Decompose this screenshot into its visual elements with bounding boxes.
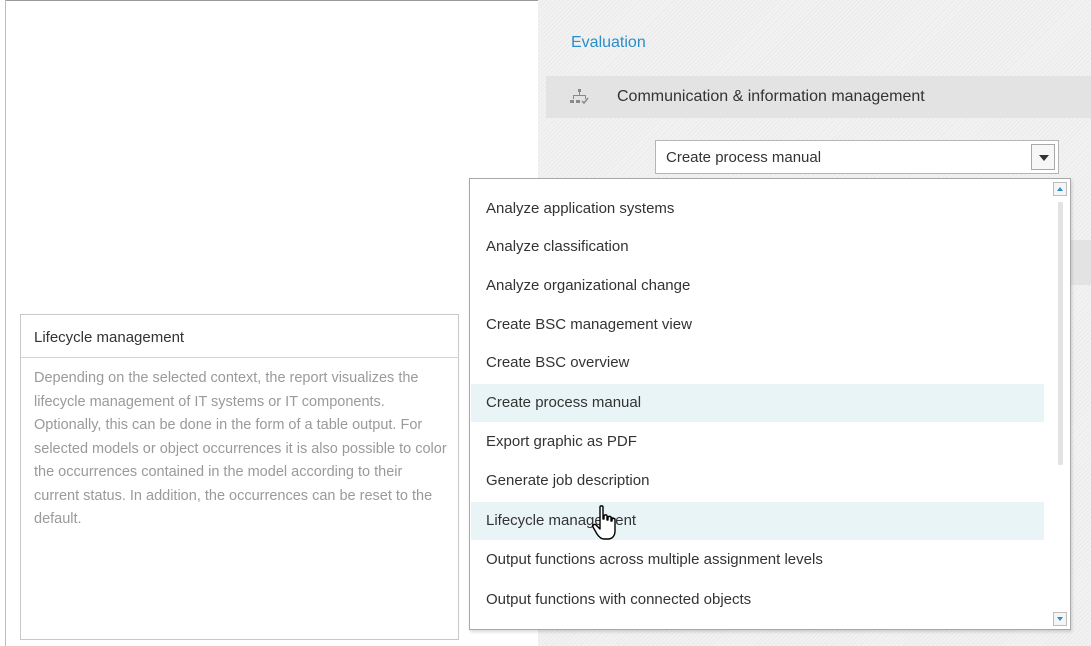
evaluation-title: Evaluation xyxy=(571,34,646,51)
process-icon xyxy=(570,89,589,105)
window-top-border xyxy=(6,0,538,11)
dropdown-option-export-graphic-as-pdf[interactable]: Export graphic as PDF xyxy=(471,423,1044,461)
scroll-down-icon[interactable] xyxy=(1053,612,1067,626)
category-row[interactable]: Communication & information management xyxy=(546,76,1091,118)
hand-pointer-icon xyxy=(592,505,616,540)
report-select[interactable]: Create process manual xyxy=(655,140,1059,174)
dropdown-option-create-bsc-management-view[interactable]: Create BSC management view xyxy=(471,306,1044,344)
category-label: Communication & information management xyxy=(617,88,925,105)
dropdown-option-analyze-application-systems[interactable]: Analyze application systems xyxy=(471,190,1044,228)
chevron-down-icon[interactable] xyxy=(1031,144,1055,170)
dropdown-option-analyze-classification[interactable]: Analyze classification xyxy=(471,228,1044,266)
dropdown-option-create-process-manual[interactable]: Create process manual xyxy=(471,384,1044,422)
tooltip-paragraph: Depending on the selected context, the r… xyxy=(34,370,419,410)
report-description-tooltip: Lifecycle management Depending on the se… xyxy=(20,314,459,640)
tooltip-body: Depending on the selected context, the r… xyxy=(21,358,458,532)
dropdown-option-create-bsc-overview[interactable]: Create BSC overview xyxy=(471,344,1044,382)
window-left-border xyxy=(0,0,6,646)
dropdown-option-output-functions-connected-objects[interactable]: Output functions with connected objects xyxy=(471,581,1044,619)
dropdown-scrollbar[interactable] xyxy=(1052,180,1069,628)
dropdown-option-analyze-organizational-change[interactable]: Analyze organizational change xyxy=(471,267,1044,305)
tooltip-title: Lifecycle management xyxy=(21,315,458,358)
dropdown-option-output-functions-multiple-levels[interactable]: Output functions across multiple assignm… xyxy=(471,541,1044,579)
dropdown-option-lifecycle-management[interactable]: Lifecycle management xyxy=(471,502,1044,540)
report-dropdown-list[interactable]: Analyze application systems Analyze clas… xyxy=(469,178,1071,630)
tooltip-paragraph: Optionally, this can be done in the form… xyxy=(34,417,447,527)
scroll-up-icon[interactable] xyxy=(1053,182,1067,196)
scrollbar-thumb[interactable] xyxy=(1058,202,1063,465)
report-select-value: Create process manual xyxy=(666,149,822,166)
dropdown-option-generate-job-description[interactable]: Generate job description xyxy=(471,462,1044,500)
